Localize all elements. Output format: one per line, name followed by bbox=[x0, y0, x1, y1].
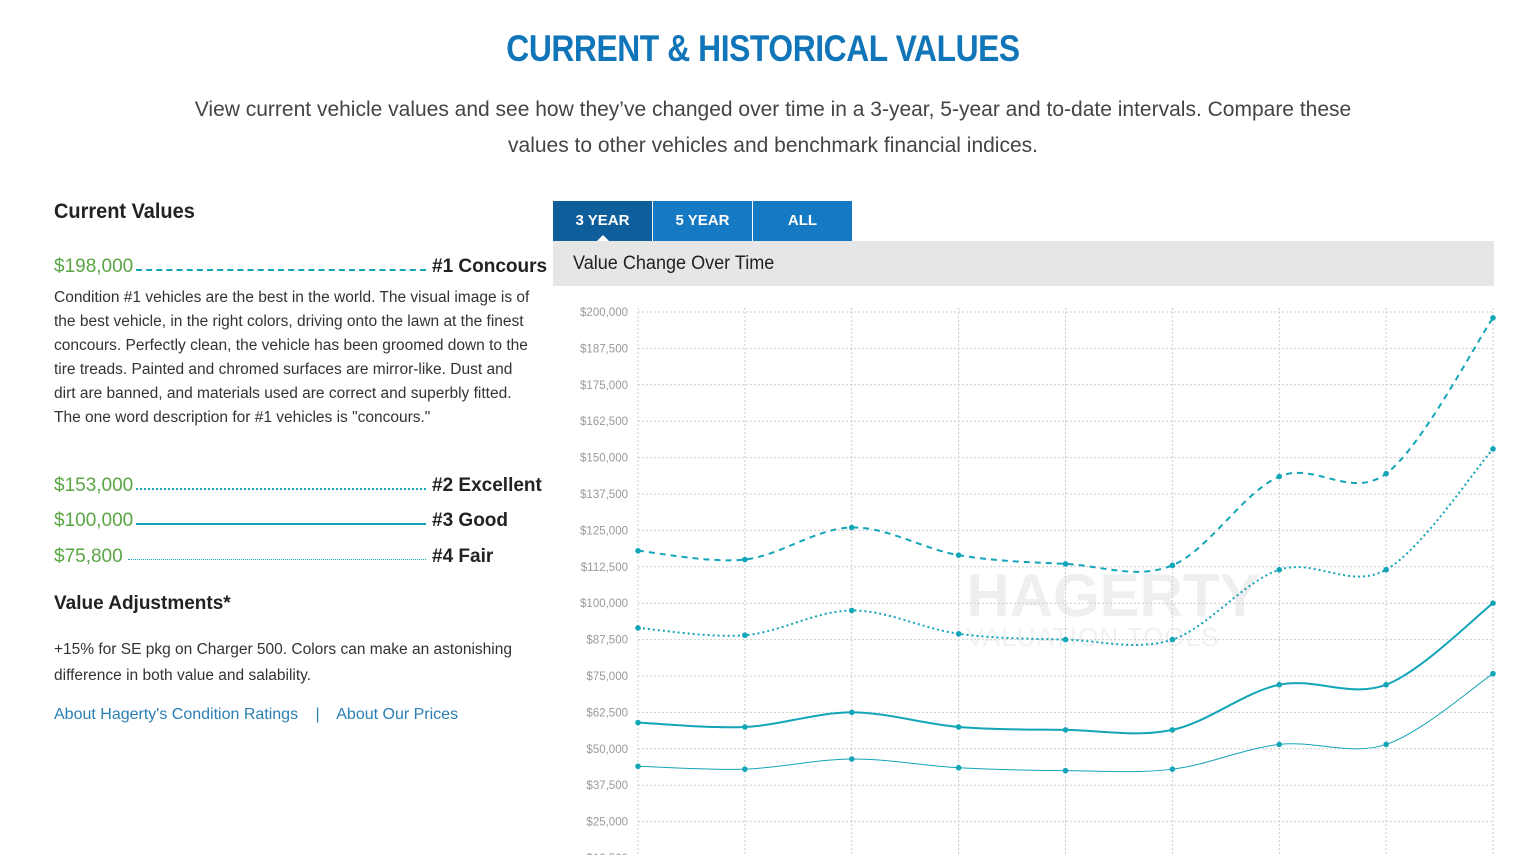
data-point[interactable] bbox=[1383, 470, 1389, 477]
data-point[interactable] bbox=[955, 552, 962, 558]
period-tabs: 3 YEAR 5 YEAR ALL bbox=[553, 201, 853, 241]
data-point[interactable] bbox=[955, 630, 962, 637]
data-point[interactable] bbox=[1383, 566, 1389, 573]
fair-price: $75,800 bbox=[54, 546, 123, 567]
fair-line-legend bbox=[128, 559, 426, 560]
current-values-title: Current Values bbox=[54, 200, 195, 223]
data-point[interactable] bbox=[1276, 473, 1283, 480]
data-point[interactable] bbox=[1062, 636, 1069, 643]
data-point[interactable] bbox=[848, 709, 855, 716]
data-point[interactable] bbox=[1490, 600, 1496, 606]
data-point[interactable] bbox=[1490, 670, 1496, 677]
excellent-line-legend bbox=[136, 488, 426, 490]
y-tick-label: $37,500 bbox=[586, 780, 628, 792]
data-point[interactable] bbox=[1276, 741, 1283, 748]
data-point[interactable] bbox=[848, 756, 855, 762]
chart-header: Value Change Over Time bbox=[553, 241, 1494, 286]
condition-ratings-link[interactable]: About Hagerty's Condition Ratings bbox=[54, 706, 298, 723]
value-change-chart: HAGERTY VALUATION TOOLS $200,000 $187,500… bbox=[580, 307, 1496, 855]
data-point[interactable] bbox=[1490, 446, 1496, 452]
data-point[interactable] bbox=[955, 764, 962, 771]
current-values-panel: Current Values $198,000 #1 Concours Cond… bbox=[54, 200, 547, 723]
data-point[interactable] bbox=[1383, 681, 1389, 688]
data-point[interactable] bbox=[1169, 727, 1176, 733]
value-adjustments-text: +15% for SE pkg on Charger 500. Colors c… bbox=[54, 641, 512, 684]
data-point[interactable] bbox=[635, 719, 641, 726]
condition-row-good: $100,000 #3 Good bbox=[54, 510, 530, 536]
tab-3-year[interactable]: 3 YEAR bbox=[553, 201, 652, 241]
data-point[interactable] bbox=[848, 607, 855, 614]
y-tick-label: $25,000 bbox=[586, 817, 628, 829]
condition-row-excellent: $153,000 #2 Excellent bbox=[54, 475, 542, 501]
data-point[interactable] bbox=[635, 547, 641, 554]
data-point[interactable] bbox=[635, 625, 641, 631]
condition-row-fair: $75,800 #4 Fair bbox=[54, 546, 530, 572]
data-point[interactable] bbox=[742, 632, 748, 639]
y-tick-label: $75,000 bbox=[586, 671, 628, 683]
data-point[interactable] bbox=[1062, 727, 1069, 733]
y-tick-label: $112,500 bbox=[581, 562, 628, 574]
y-tick-label: $87,500 bbox=[586, 635, 628, 647]
page-title: CURRENT & HISTORICAL VALUES bbox=[506, 28, 1020, 69]
about-prices-link[interactable]: About Our Prices bbox=[336, 706, 458, 723]
good-line-legend bbox=[136, 523, 426, 525]
fair-label: #4 Fair bbox=[432, 546, 494, 567]
data-point[interactable] bbox=[1062, 561, 1069, 567]
data-point[interactable] bbox=[1276, 681, 1283, 688]
y-tick-label: $162,500 bbox=[580, 416, 628, 428]
y-tick-label: $150,000 bbox=[580, 453, 628, 465]
y-tick-label: $187,500 bbox=[580, 343, 628, 355]
data-point[interactable] bbox=[1276, 566, 1283, 573]
excellent-label: #2 Excellent bbox=[432, 475, 542, 496]
value-adjustments-title: Value Adjustments* bbox=[54, 593, 231, 614]
condition-description: Condition #1 vehicles are the best in th… bbox=[54, 289, 530, 426]
data-point[interactable] bbox=[1169, 562, 1176, 569]
good-price: $100,000 bbox=[54, 510, 134, 531]
y-tick-label: $100,000 bbox=[580, 598, 628, 610]
data-point[interactable] bbox=[742, 724, 748, 730]
y-tick-label: $125,000 bbox=[580, 525, 628, 537]
watermark: HAGERTY VALUATION TOOLS bbox=[966, 562, 1259, 652]
data-point[interactable] bbox=[742, 766, 748, 772]
data-point[interactable] bbox=[1383, 741, 1389, 748]
concours-price: $198,000 bbox=[54, 256, 134, 277]
watermark-tagline: VALUATION TOOLS bbox=[967, 622, 1220, 652]
concours-line-legend bbox=[136, 269, 426, 271]
data-point[interactable] bbox=[742, 556, 748, 563]
y-tick-label: $50,000 bbox=[586, 744, 628, 756]
excellent-price: $153,000 bbox=[54, 475, 134, 496]
chart-title: Value Change Over Time bbox=[573, 253, 775, 274]
link-separator: | bbox=[315, 706, 320, 723]
page: CURRENT & HISTORICAL VALUES View current… bbox=[0, 0, 1526, 855]
page-subtitle: View current vehicle values and see how … bbox=[194, 98, 1352, 157]
y-tick-label: $62,500 bbox=[586, 707, 628, 719]
data-point[interactable] bbox=[1490, 315, 1496, 321]
y-tick-label: $137,500 bbox=[580, 489, 628, 501]
tab-5-year[interactable]: 5 YEAR bbox=[653, 201, 752, 241]
data-point[interactable] bbox=[848, 524, 855, 531]
data-point[interactable] bbox=[1169, 636, 1176, 643]
data-point[interactable] bbox=[635, 763, 641, 770]
y-tick-label: $175,000 bbox=[580, 380, 628, 392]
condition-row-concours: $198,000 #1 Concours bbox=[54, 256, 547, 282]
concours-label: #1 Concours bbox=[432, 256, 548, 277]
y-tick-label: $200,000 bbox=[580, 307, 628, 319]
tab-all[interactable]: ALL bbox=[753, 201, 852, 241]
good-label: #3 Good bbox=[432, 510, 509, 531]
watermark-brand: HAGERTY bbox=[966, 562, 1259, 629]
data-point[interactable] bbox=[1062, 767, 1069, 774]
data-point[interactable] bbox=[955, 724, 962, 730]
data-point[interactable] bbox=[1169, 766, 1176, 772]
y-axis: $200,000 $187,500 $175,000 $162,500 $150,000… bbox=[580, 307, 628, 855]
info-links: About Hagerty's Condition Ratings | Abou… bbox=[54, 706, 458, 724]
